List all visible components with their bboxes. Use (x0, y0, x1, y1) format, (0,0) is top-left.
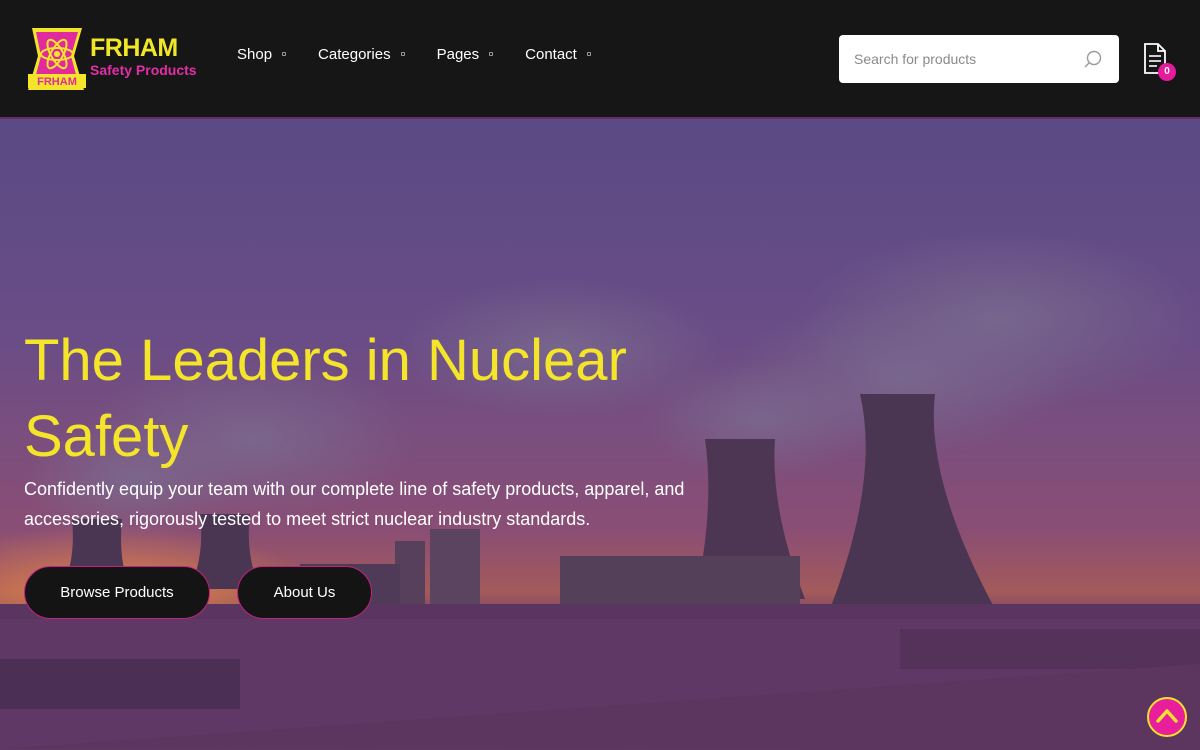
nav-item-categories[interactable]: Categories (318, 46, 405, 64)
search-input[interactable] (839, 35, 1069, 83)
chevron-down-icon (400, 51, 405, 56)
cart-count-badge: 0 (1158, 63, 1176, 81)
search-box (839, 35, 1119, 83)
nav-item-label: Shop (237, 46, 273, 63)
hero-subtitle: Confidently equip your team with our com… (24, 479, 685, 529)
chevron-down-icon (586, 51, 591, 56)
chevron-up-icon (1156, 709, 1178, 723)
nav-item-pages[interactable]: Pages (437, 46, 494, 64)
chevron-down-icon (489, 51, 494, 56)
logo-badge-label: FRHAM (37, 76, 77, 88)
chevron-down-icon (282, 51, 287, 56)
hero-section: The Leaders in Nuclear Safety Confidentl… (0, 119, 1200, 750)
site-header: FRHAM FRHAM Safety Products Shop Categor… (0, 0, 1200, 119)
search-icon[interactable] (1083, 49, 1103, 69)
about-us-button[interactable]: About Us (237, 566, 372, 619)
nav-item-shop[interactable]: Shop (237, 46, 287, 64)
nav-item-label: Pages (436, 46, 480, 63)
nav-item-label: Categories (318, 46, 391, 63)
nav-item-label: Contact (525, 46, 577, 63)
browse-products-button[interactable]: Browse Products (24, 566, 210, 619)
scroll-to-top-button[interactable] (1147, 697, 1187, 737)
nav-item-contact[interactable]: Contact (525, 46, 591, 64)
main-nav: Shop Categories Pages Contact (237, 46, 623, 64)
brand-logo[interactable]: FRHAM FRHAM Safety Products (24, 26, 204, 92)
hero-title: The Leaders in Nuclear Safety (24, 328, 627, 469)
cart-button[interactable]: 0 (1141, 43, 1179, 83)
brand-name: FRHAM (90, 34, 178, 62)
brand-tagline: Safety Products (90, 62, 197, 78)
